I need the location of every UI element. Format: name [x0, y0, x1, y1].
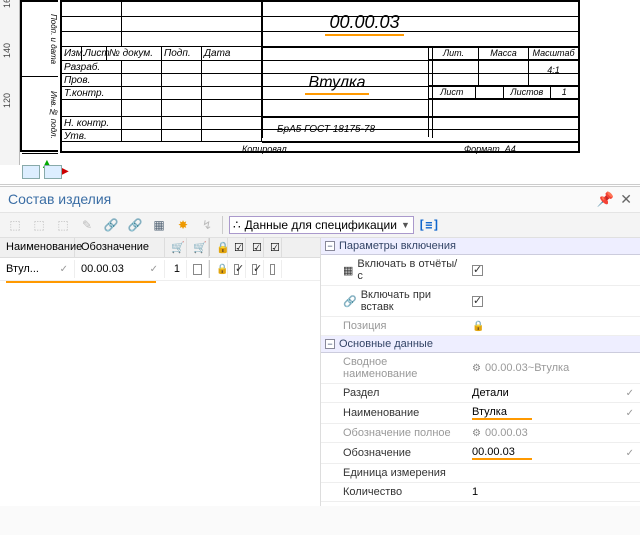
toolbar-btn[interactable]: ⬚: [6, 216, 24, 234]
ruler-tick: 160: [2, 0, 12, 8]
tb-format: Формат А4: [464, 144, 516, 154]
view-tab-icon[interactable]: [22, 165, 40, 179]
panel-toolbar: ⬚ ⬚ ⬚ ✎ 🔗 🔗 ▦ ✸ ↯ ∴ Данные для специфика…: [0, 213, 640, 238]
titleblock-side: Подп. и дата Инв.№ подл.: [20, 0, 58, 152]
lock-icon: 🔒: [472, 321, 484, 332]
grid-headers: Наименование Обозначение 🛒 🛒 🔒 ☑ ☑ ☑: [0, 238, 320, 258]
table-row[interactable]: Втул...✓ 00.00.03✓ 1 🔒: [0, 258, 320, 281]
tb-material: БрА5 ГОСТ 18175-78: [277, 124, 375, 135]
view-tab-icon[interactable]: [44, 165, 62, 179]
tb-part-name: Втулка: [262, 74, 412, 95]
vertical-ruler: 160 140 120: [0, 0, 20, 165]
item-des: 00.00.03: [81, 263, 124, 275]
link-icon: 🔗: [343, 295, 357, 308]
toolbar-btn[interactable]: ⬚: [30, 216, 48, 234]
item-name: Втул...: [6, 263, 39, 275]
tb-right-meta: Лит.МассаМасштаб 4:1 ЛистЛистов1: [428, 47, 578, 137]
checkbox[interactable]: [472, 296, 483, 307]
prop-row[interactable]: Наименование Втулка✓: [321, 403, 640, 424]
col-icon[interactable]: 🛒: [187, 238, 209, 257]
close-icon[interactable]: ✕: [620, 191, 632, 208]
checkbox[interactable]: [472, 265, 483, 276]
ruler-tick: 120: [2, 93, 12, 108]
toolbar-btn[interactable]: ⬚: [54, 216, 72, 234]
drawing-canvas[interactable]: 160 140 120 Подп. и дата Инв.№ подл. Изм…: [0, 0, 640, 185]
hdr-list: Лист: [82, 47, 107, 60]
checkbox[interactable]: [270, 264, 275, 275]
prop-row[interactable]: Количество 1: [321, 483, 640, 502]
gear-icon: ⚙: [472, 428, 481, 439]
checkbox[interactable]: [193, 264, 202, 275]
toolbar-structure-btn[interactable]: [≡]: [420, 216, 438, 234]
prop-row[interactable]: 🔗Включать при вставк: [321, 286, 640, 317]
toolbar-btn[interactable]: ✎: [78, 216, 96, 234]
hdr-ndokum: № докум.: [107, 47, 162, 60]
prop-row[interactable]: Единица измерения: [321, 464, 640, 483]
row-razrab: Разраб.: [62, 61, 122, 73]
prop-row[interactable]: ▦Включать в отчёты/с: [321, 255, 640, 286]
prop-group-inclusion: − Параметры включения: [321, 238, 640, 255]
col-chk-icon[interactable]: ☑: [228, 238, 246, 257]
prop-row[interactable]: Раздел Детали✓: [321, 384, 640, 403]
row-tkontr: Т.контр.: [62, 87, 122, 99]
row-nkontr: Н. контр.: [62, 117, 122, 129]
toolbar-btn[interactable]: ✸: [174, 216, 192, 234]
col-chk-icon[interactable]: ☑: [246, 238, 264, 257]
panel-title-text: Состав изделия: [8, 191, 111, 208]
panel-titlebar: Состав изделия 📌 ✕: [0, 187, 640, 213]
hdr-data: Дата: [202, 47, 262, 60]
col-chk-icon[interactable]: ☑: [264, 238, 282, 257]
prop-row: Позиция 🔒: [321, 317, 640, 336]
toolbar-btn[interactable]: 🔗: [126, 216, 144, 234]
combo-text: Данные для спецификации: [245, 218, 397, 232]
checkbox[interactable]: [252, 264, 257, 275]
items-grid[interactable]: Наименование Обозначение 🛒 🛒 🔒 ☑ ☑ ☑ Вту…: [0, 238, 320, 506]
col-des[interactable]: Обозначение: [75, 238, 165, 257]
prop-row: Обозначение полное ⚙00.00.03: [321, 424, 640, 443]
hdr-izm: Изм.: [62, 47, 82, 60]
toolbar-btn[interactable]: ↯: [198, 216, 216, 234]
row-utv: Утв.: [62, 130, 122, 141]
gear-icon: ⚙: [472, 363, 481, 374]
tb-designation: 00.00.03: [262, 12, 467, 36]
lock-icon: 🔒: [216, 264, 228, 275]
hdr-podp: Подп.: [162, 47, 202, 60]
row-prov: Пров.: [62, 74, 122, 86]
collapse-icon[interactable]: −: [325, 241, 335, 251]
pin-icon[interactable]: 📌: [597, 191, 614, 208]
tb-kopiroval: Копировал: [242, 144, 287, 154]
side-label: Инв.№ подл.: [22, 77, 58, 154]
col-lock-icon[interactable]: 🔒: [210, 238, 228, 257]
item-qty: 1: [165, 260, 187, 278]
col-icon[interactable]: 🛒: [165, 238, 187, 257]
properties-pane[interactable]: − Параметры включения ▦Включать в отчёты…: [320, 238, 640, 506]
prop-row: Сводное наименование ⚙00.00.03~Втулка: [321, 353, 640, 384]
drawing-titleblock: Изм. Лист № докум. Подп. Дата Разраб. Пр…: [60, 0, 580, 153]
collapse-icon[interactable]: −: [325, 339, 335, 349]
combo-icon: ∴: [233, 218, 241, 232]
prop-row[interactable]: Масса 0.004038кг✓: [321, 502, 640, 506]
ruler-tick: 140: [2, 43, 12, 58]
spec-data-combo[interactable]: ∴ Данные для спецификации ▼: [229, 216, 414, 234]
prop-row[interactable]: Обозначение 00.00.03✓: [321, 443, 640, 464]
side-label: Подп. и дата: [22, 2, 58, 77]
highlight-underline: [6, 281, 156, 283]
chevron-down-icon: ▼: [401, 220, 410, 230]
col-name[interactable]: Наименование: [0, 238, 75, 257]
toolbar-btn[interactable]: ▦: [150, 216, 168, 234]
toolbar-btn[interactable]: 🔗: [102, 216, 120, 234]
checkbox[interactable]: [234, 264, 239, 275]
product-composition-panel: Состав изделия 📌 ✕ ⬚ ⬚ ⬚ ✎ 🔗 🔗 ▦ ✸ ↯ ∴ Д…: [0, 186, 640, 535]
view-tabs[interactable]: [22, 165, 62, 179]
prop-group-main: − Основные данные: [321, 336, 640, 353]
table-icon: ▦: [343, 264, 353, 277]
